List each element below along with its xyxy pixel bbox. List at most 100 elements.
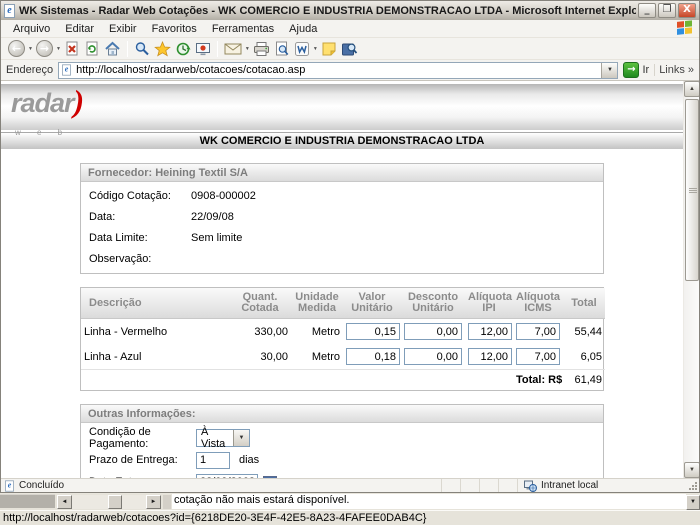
item-total: 55,44 [563,319,605,345]
mail-dropdown-icon[interactable]: ▼ [245,46,250,52]
radar-web-header: radar) w e b [1,84,683,130]
scroll-right-icon[interactable]: ► [146,495,161,509]
back-dropdown-icon[interactable]: ▼ [28,46,33,52]
menu-favoritos[interactable]: Favoritos [145,21,205,37]
items-header-row: Descrição Quant. Cotada Unidade Medida V… [81,288,605,319]
home-button[interactable] [102,39,123,59]
background-panel [0,494,55,508]
aliquota-ipi-input[interactable] [468,323,512,340]
mail-button[interactable] [222,39,244,59]
status-pane [460,479,479,492]
forward-button[interactable]: → [34,39,55,59]
search-button[interactable] [132,39,152,59]
condicao-pagamento-select[interactable]: À Vista ▼ [196,429,250,447]
edit-dropdown-icon[interactable]: ▼ [313,46,318,52]
aliquota-icms-input[interactable] [516,323,560,340]
fornecedor-box: Fornecedor: Heining Textil S/A Código Co… [80,163,604,274]
horizontal-scrollbar[interactable]: ◄ ► [57,495,161,509]
logo-brand-text: radar [11,88,74,118]
menu-ajuda[interactable]: Ajuda [282,21,325,37]
radar-web-logo: radar) w e b [11,87,84,147]
valor-unitario-input[interactable] [346,323,400,340]
menu-exibir[interactable]: Exibir [102,21,145,37]
scroll-down-icon[interactable]: ▼ [684,462,699,478]
history-button[interactable] [173,39,193,59]
window-title: WK Sistemas - Radar Web Cotações - WK CO… [15,5,636,17]
prazo-entrega-label: Prazo de Entrega: [89,454,196,466]
links-label: Links [659,64,685,76]
address-combobox[interactable]: e ▼ [58,62,618,79]
item-descricao: Linha - Vermelho [81,319,229,345]
codigo-cotacao-label: Código Cotação: [89,190,191,202]
outras-informacoes-box: Outras Informações: Condição de Pagament… [80,404,604,478]
forward-dropdown-icon[interactable]: ▼ [56,46,61,52]
codigo-cotacao-value: 0908-000002 [191,190,256,202]
scrollbar-thumb[interactable] [108,495,122,509]
scroll-left-icon[interactable]: ◄ [57,495,72,509]
media-button[interactable] [193,39,213,59]
refresh-button[interactable] [82,39,102,59]
mail-icon [224,42,242,56]
research-button[interactable] [339,39,360,59]
minimize-button[interactable]: _ [638,3,656,18]
scroll-down-icon[interactable]: ▼ [686,495,700,510]
screen: e WK Sistemas - Radar Web Cotações - WK … [0,0,700,525]
status-pane: e Concluído [1,479,441,492]
select-dropdown-icon[interactable]: ▼ [233,430,249,446]
go-label: Ir [642,64,649,76]
item-descricao: Linha - Azul [81,344,229,370]
go-button[interactable]: → Ir [623,62,649,78]
favorites-star-icon [154,41,171,57]
back-icon: ← [8,40,25,57]
maximize-button[interactable]: ❐ [658,3,676,18]
notes-button[interactable] [319,39,339,59]
close-button[interactable]: X [678,3,696,18]
toolbar: ← ▼ → ▼ [1,38,699,60]
ie-app-icon: e [4,4,15,18]
prazo-entrega-suffix: dias [239,454,259,466]
vertical-scrollbar[interactable]: ▲ ▼ [683,81,699,478]
history-icon [175,41,191,57]
aliquota-icms-input[interactable] [516,348,560,365]
ie-page-icon: e [62,64,71,75]
status-pane [498,479,517,492]
address-input[interactable] [72,64,601,77]
status-pane [479,479,498,492]
scroll-up-icon[interactable]: ▲ [684,81,699,97]
col-total: Total [563,288,605,319]
items-box: Descrição Quant. Cotada Unidade Medida V… [80,287,604,391]
windows-logo-icon [677,20,694,38]
links-bar[interactable]: Links » [654,64,694,76]
menu-ferramentas[interactable]: Ferramentas [205,21,282,37]
links-chevron-icon[interactable]: » [688,64,694,76]
logo-sub-text: w e b [15,119,84,147]
resize-grip[interactable] [687,480,699,492]
word-icon [294,41,310,57]
notes-icon [321,41,337,57]
aliquota-ipi-input[interactable] [468,348,512,365]
print-button[interactable] [251,39,272,59]
address-bar: Endereço e ▼ → Ir Links » [1,60,699,81]
print-preview-button[interactable] [272,39,292,59]
title-bar[interactable]: e WK Sistemas - Radar Web Cotações - WK … [1,1,699,20]
scrollbar-thumb[interactable] [685,99,699,281]
desconto-unitario-input[interactable] [404,348,462,365]
total-row: Total: R$ 61,49 [81,370,605,391]
favorites-button[interactable] [152,39,173,59]
desconto-unitario-input[interactable] [404,323,462,340]
back-button[interactable]: ← [6,39,27,59]
stop-button[interactable] [62,39,82,59]
condicao-pagamento-label: Condição de Pagamento: [89,426,196,450]
address-dropdown-icon[interactable]: ▼ [601,63,617,78]
menu-arquivo[interactable]: Arquivo [6,21,58,37]
prazo-entrega-input[interactable] [196,452,230,469]
edit-word-button[interactable] [292,39,312,59]
col-desconto-unitario: Desconto Unitário [401,288,465,319]
data-label: Data: [89,211,191,223]
home-icon [104,41,121,57]
fornecedor-header: Fornecedor: Heining Textil S/A [81,164,603,182]
print-preview-icon [274,41,290,57]
menu-editar[interactable]: Editar [58,21,102,37]
scrollbar-track[interactable] [72,495,146,509]
valor-unitario-input[interactable] [346,348,400,365]
